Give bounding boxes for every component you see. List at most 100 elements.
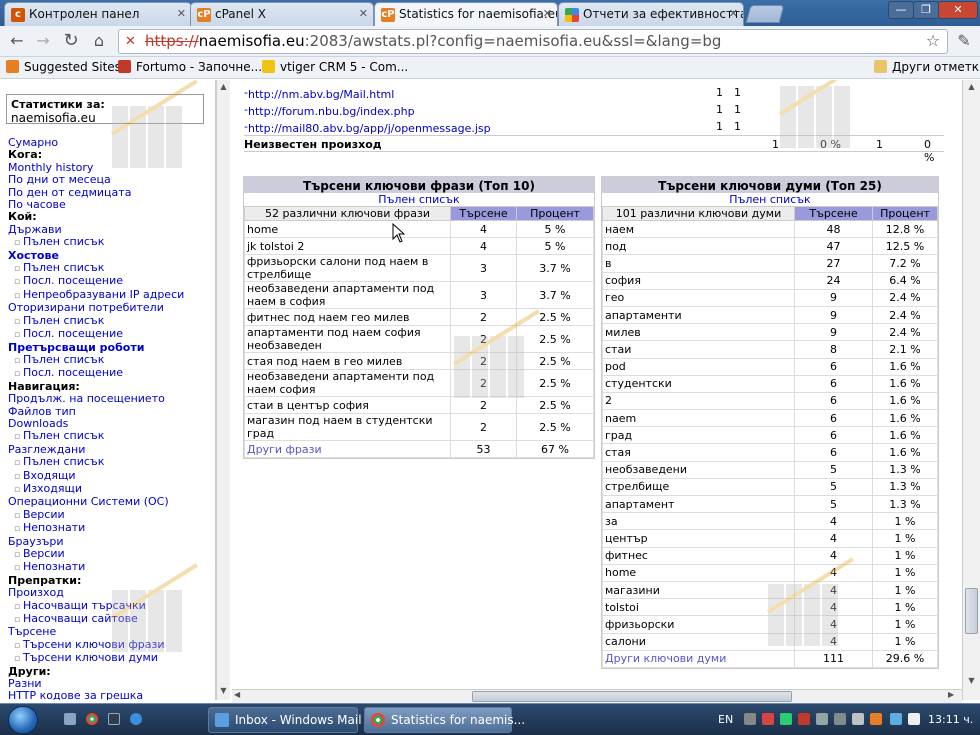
menu-sub-link[interactable]: Непреобразувани IP адреси [8, 288, 184, 302]
tab-control-panel[interactable]: c Контролен панел ✕ [4, 2, 192, 26]
tray-display-icon[interactable] [890, 713, 902, 725]
window-close-icon[interactable]: ✕ [938, 1, 978, 19]
scroll-down-icon[interactable]: ▼ [218, 686, 229, 696]
tray-block-icon[interactable] [798, 713, 810, 725]
close-tab-icon[interactable]: ✕ [359, 7, 368, 20]
tray-usb-icon[interactable] [852, 713, 864, 725]
scroll-down-icon[interactable]: ▼ [965, 676, 978, 686]
menu-sub-link[interactable]: Посл. посещение [8, 327, 184, 341]
home-icon[interactable]: ⌂ [88, 30, 110, 52]
taskbar-clock[interactable]: 13:11 ч. [928, 713, 973, 726]
keywords-full-list-link[interactable]: Пълен списък [602, 193, 938, 206]
menu-sub-link[interactable]: Посл. посещение [8, 366, 184, 380]
main-frame-hscrollbar[interactable]: ◀ ▶ [232, 689, 962, 703]
scroll-right-icon[interactable]: ▶ [948, 690, 954, 699]
internet-explorer-icon[interactable] [130, 713, 142, 725]
search-count-cell: 6 [794, 443, 873, 462]
tray-firefox-icon[interactable] [870, 713, 882, 725]
menu-sub-link[interactable]: Пълен списък [8, 455, 184, 469]
media-player-icon[interactable] [108, 713, 120, 725]
language-indicator[interactable]: EN [718, 713, 733, 726]
referrer-link[interactable]: - http://mail80.abv.bg/app/j/openmessage… [244, 120, 491, 135]
table-row: наем 48 12.8 % [602, 219, 938, 239]
close-tab-icon[interactable]: ✕ [543, 7, 552, 20]
task-windows-mail[interactable]: Inbox - Windows Mail [208, 707, 362, 733]
searches-header: Търсене [794, 206, 873, 221]
table-row: стаи в център софия 2 2.5 % [244, 396, 594, 414]
address-bar[interactable]: ✕ https://naemisofia.eu:2083/awstats.pl?… [118, 29, 948, 54]
scroll-up-icon[interactable]: ▲ [218, 82, 229, 92]
bookmark-star-icon[interactable]: ☆ [922, 30, 944, 52]
tray-antivirus-icon[interactable] [762, 713, 774, 725]
tab-statistics[interactable]: cP Statistics for naemisofia.eu ✕ [374, 2, 558, 26]
tab-reports[interactable]: Отчети за ефективността ✕ [558, 2, 744, 26]
wrench-menu-icon[interactable]: ✎ [953, 30, 975, 52]
other-bookmarks[interactable]: Други отметки [874, 60, 980, 74]
minimize-icon[interactable]: — [888, 1, 914, 19]
main-frame-scrollbar[interactable]: ▲ ▼ [962, 80, 980, 700]
start-button[interactable] [8, 706, 38, 734]
referrer-link[interactable]: - http://nm.abv.bg/Mail.html [244, 86, 394, 101]
percent-cell: 1 % [872, 615, 938, 634]
menu-sub-link[interactable]: Непознати [8, 561, 184, 574]
referrer-link[interactable]: - http://forum.nbu.bg/index.php [244, 103, 415, 118]
scroll-up-icon[interactable]: ▲ [965, 82, 978, 92]
menu-sub-link[interactable]: Пълен списък [8, 429, 184, 443]
table-row: град 6 1.6 % [602, 426, 938, 445]
tray-device-icon[interactable] [834, 713, 846, 725]
menu-sub-link[interactable]: Пълен списък [8, 235, 184, 249]
new-tab-button[interactable] [745, 5, 785, 23]
keyword-cell: апартаменти под наем софия необзаведен [244, 325, 451, 353]
menu-link[interactable]: HTTP кодове за грешка [8, 690, 184, 700]
menu-link[interactable]: Произход [8, 586, 184, 599]
scroll-left-icon[interactable]: ◀ [234, 690, 240, 699]
bookmark-fortumo[interactable]: Fortumo - Започне... [118, 60, 262, 74]
menu-link[interactable]: По дни от месеца [8, 173, 184, 186]
reload-icon[interactable]: ↻ [60, 30, 82, 52]
tray-volume-icon[interactable] [908, 713, 920, 725]
stats-for-label: Статистики за: [11, 98, 105, 111]
menu-sub-link[interactable]: Пълен списък [8, 261, 184, 275]
show-desktop-icon[interactable] [64, 713, 76, 725]
bookmark-suggested-sites[interactable]: Suggested Sites [6, 60, 121, 74]
tab-cpanel[interactable]: cP cPanel X ✕ [190, 2, 374, 26]
close-tab-icon[interactable]: ✕ [729, 7, 738, 20]
menu-sub-link[interactable]: Търсени ключови думи [8, 651, 184, 665]
menu-sub-link[interactable]: Посл. посещение [8, 275, 184, 288]
restore-icon[interactable]: ❐ [913, 1, 939, 19]
percent-cell: 2.5 % [516, 396, 594, 414]
forward-arrow-icon[interactable]: → [32, 30, 54, 52]
chrome-icon[interactable] [86, 713, 98, 725]
table-row: стрелбище 5 1.3 % [602, 477, 938, 497]
tray-help-icon[interactable] [744, 713, 756, 725]
back-arrow-icon[interactable]: ← [6, 30, 28, 52]
menu-link[interactable]: Операционни Системи (ОС) [8, 495, 184, 508]
keyphrases-full-list-link[interactable]: Пълен списък [244, 193, 594, 206]
close-tab-icon[interactable]: ✕ [177, 7, 186, 20]
hscroll-thumb[interactable] [472, 691, 792, 702]
menu-sub-link[interactable]: Пълен списък [8, 353, 184, 367]
menu-sub-link[interactable]: Входящи [8, 469, 184, 483]
menu-sub-link[interactable]: Насочващи търсачки [8, 599, 184, 613]
menu-sub-link[interactable]: Насочващи сайтове [8, 612, 184, 626]
scroll-thumb[interactable] [965, 588, 978, 634]
bookmark-vtiger[interactable]: vtiger CRM 5 - Com... [262, 60, 408, 74]
menu-sub-link[interactable]: Версии [8, 508, 184, 522]
keyword-cell: naem [602, 409, 795, 428]
menu-sub-link[interactable]: Пълен списък [8, 314, 184, 328]
cpanel-favicon-icon: c [11, 8, 25, 22]
search-count-cell: 3 [450, 281, 517, 309]
tray-network-icon[interactable] [816, 713, 828, 725]
menu-sub-link[interactable]: Търсени ключови фрази [8, 638, 184, 652]
menu-sub-link[interactable]: Непознати [8, 521, 184, 535]
menu-sub-link[interactable]: Изходящи [8, 482, 184, 496]
left-frame-scrollbar[interactable]: ▲ ▼ [216, 80, 230, 700]
menu-link[interactable]: Търсене [8, 626, 184, 639]
menu-link[interactable]: Продълж. на посещението [8, 392, 184, 405]
menu-section-heading: Кой: [8, 210, 37, 224]
tray-shield-icon[interactable] [780, 713, 792, 725]
menu-sub-link[interactable]: Версии [8, 547, 184, 561]
menu-link[interactable]: Оторизирани потребители [8, 301, 184, 314]
task-chrome-statistics[interactable]: Statistics for naemis... [364, 707, 525, 733]
percent-cell: 1.6 % [872, 409, 938, 428]
